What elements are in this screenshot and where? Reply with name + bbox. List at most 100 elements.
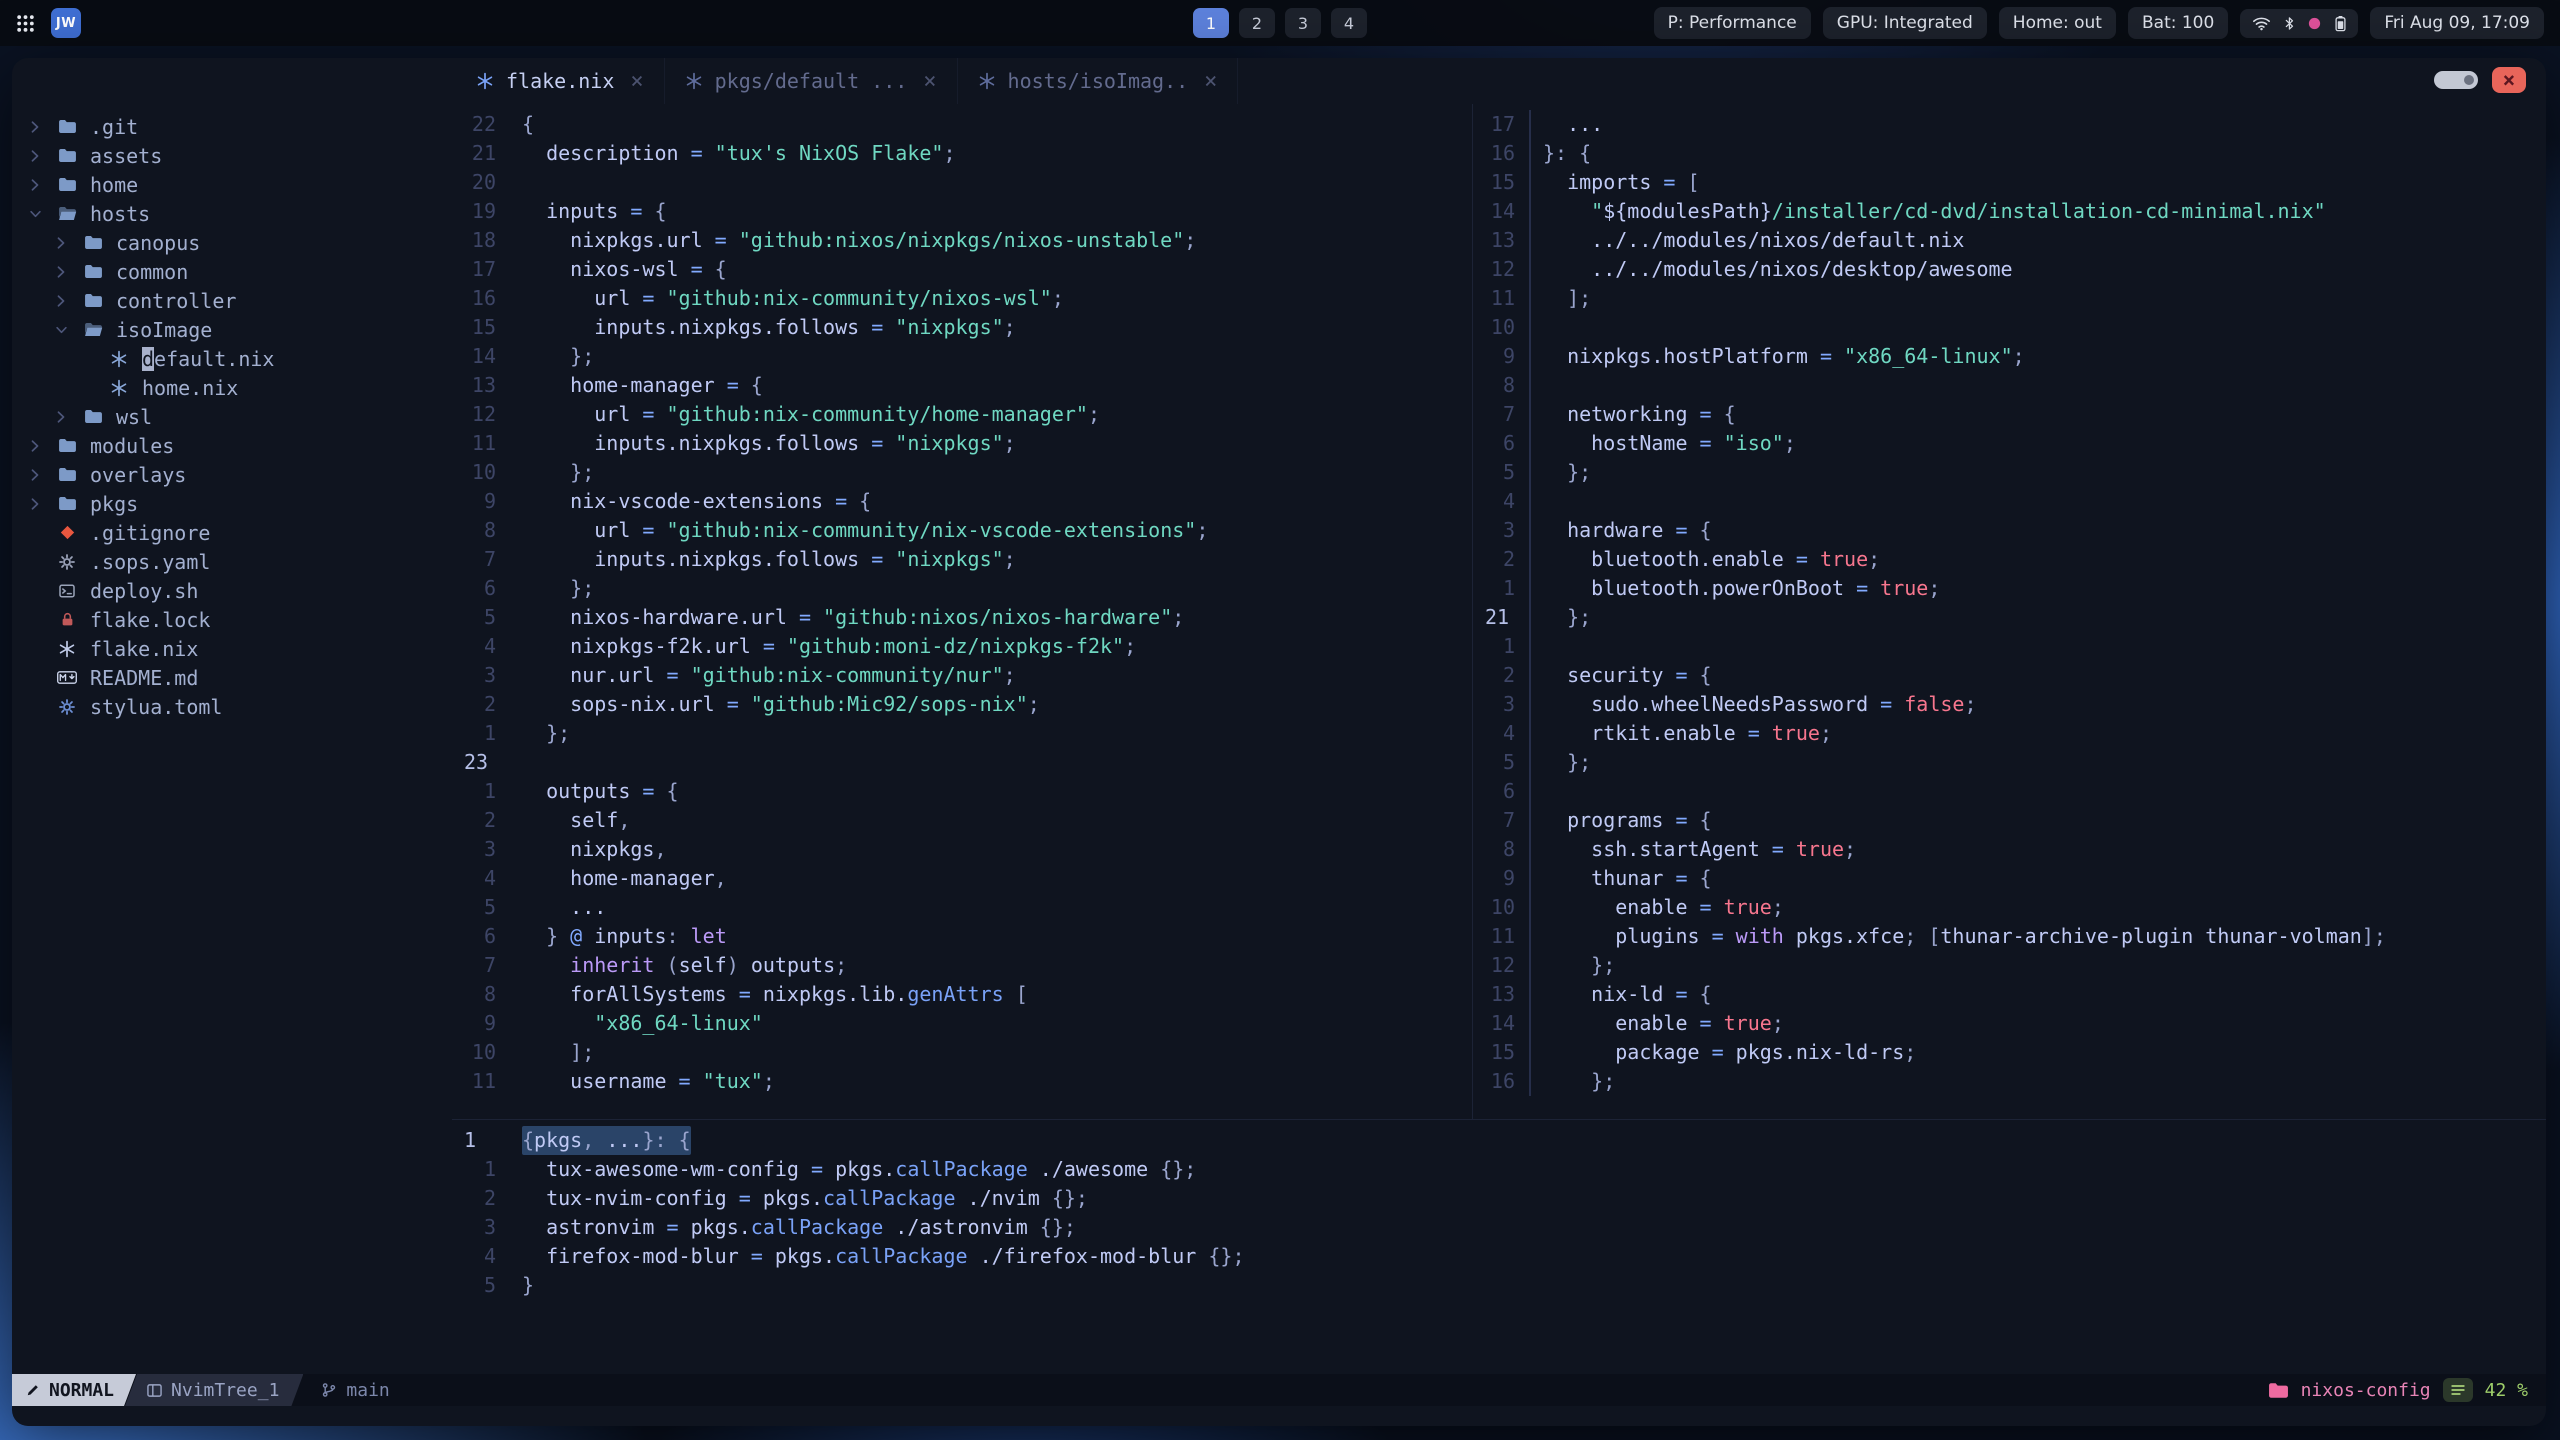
pane-pkgs-default-nix[interactable]: 1 {pkgs, ...}: {1 tux-awesome-wm-config =… bbox=[452, 1119, 2546, 1374]
git-branch-icon bbox=[321, 1382, 337, 1398]
battery-icon[interactable] bbox=[2335, 15, 2346, 32]
line-number: 4 bbox=[1473, 719, 1531, 748]
chevron-right-icon[interactable] bbox=[52, 236, 70, 249]
workspace-1[interactable]: 1 bbox=[1193, 8, 1229, 38]
chevron-right-icon[interactable] bbox=[26, 439, 44, 452]
tree-item-.gitignore[interactable]: .gitignore bbox=[12, 518, 452, 547]
code-line: 4 home-manager, bbox=[452, 864, 1472, 893]
tab-close-icon[interactable]: × bbox=[1204, 69, 1217, 94]
tree-item-wsl[interactable]: wsl bbox=[12, 402, 452, 431]
tree-item-hosts[interactable]: hosts bbox=[12, 199, 452, 228]
tree-item-modules[interactable]: modules bbox=[12, 431, 452, 460]
code-text: enable = true; bbox=[1543, 895, 1784, 919]
tree-item-default.nix[interactable]: default.nix bbox=[12, 344, 452, 373]
code-line: 7 inputs.nixpkgs.follows = "nixpkgs"; bbox=[452, 545, 1472, 574]
code-line: 1 }; bbox=[452, 719, 1472, 748]
tree-item-home[interactable]: home bbox=[12, 170, 452, 199]
desktop: { "topbar": { "logo_text": "JW", "worksp… bbox=[0, 0, 2560, 1440]
project-name: nixos-config bbox=[2300, 1379, 2431, 1401]
code-text: nixpkgs, bbox=[522, 837, 667, 861]
chevron-down-icon[interactable] bbox=[52, 326, 70, 334]
wifi-icon[interactable] bbox=[2252, 16, 2271, 31]
markdown-icon bbox=[54, 671, 80, 684]
code-text: "${modulesPath}/installer/cd-dvd/install… bbox=[1543, 199, 2326, 223]
tree-item-canopus[interactable]: canopus bbox=[12, 228, 452, 257]
tree-item-home.nix[interactable]: home.nix bbox=[12, 373, 452, 402]
chevron-down-icon[interactable] bbox=[26, 210, 44, 218]
line-number: 1 bbox=[483, 779, 496, 803]
tree-item-stylua.toml[interactable]: stylua.toml bbox=[12, 692, 452, 721]
chevron-right-icon[interactable] bbox=[26, 178, 44, 191]
code-text: }; bbox=[522, 344, 595, 368]
tree-item-README.md[interactable]: README.md bbox=[12, 663, 452, 692]
command-line[interactable] bbox=[12, 1406, 2546, 1426]
line-number: 11 bbox=[471, 431, 496, 455]
window-close-button[interactable]: × bbox=[2492, 67, 2526, 93]
status-chip-2[interactable]: Home: out bbox=[1998, 7, 2116, 39]
tree-item-flake.nix[interactable]: flake.nix bbox=[12, 634, 452, 663]
code-text: plugins = with pkgs.xfce; [thunar-archiv… bbox=[1543, 924, 2386, 948]
status-chip-3[interactable]: Bat: 100 bbox=[2127, 7, 2229, 39]
bluetooth-icon[interactable] bbox=[2285, 16, 2294, 31]
git-branch: main bbox=[303, 1374, 407, 1406]
tree-item-pkgs[interactable]: pkgs bbox=[12, 489, 452, 518]
pane-flake-nix[interactable]: 22{21 description = "tux's NixOS Flake";… bbox=[452, 104, 1472, 1119]
line-number: 10 bbox=[1473, 893, 1531, 922]
folder-icon bbox=[54, 438, 80, 453]
panel-icon bbox=[147, 1383, 162, 1398]
code-text: outputs = { bbox=[522, 779, 679, 803]
code-text: inherit (self) outputs; bbox=[570, 953, 848, 977]
folder-icon bbox=[80, 293, 106, 308]
tab-close-icon[interactable]: × bbox=[923, 69, 936, 94]
line-number: 7 bbox=[483, 953, 496, 977]
buffer-tab-hosts-isoImag..[interactable]: hosts/isoImag.. × bbox=[958, 58, 1239, 104]
code-line: 2 bluetooth.enable = true; bbox=[1473, 545, 2546, 574]
buffer-tab-flake.nix[interactable]: flake.nix × bbox=[456, 58, 665, 104]
pane-hosts-isoimage[interactable]: 17 ... 16}: {15 imports = [14 "${modulesP… bbox=[1472, 104, 2546, 1119]
code-text: }; bbox=[1543, 1069, 1616, 1093]
code-line: 5} bbox=[452, 1271, 2546, 1300]
code-line: 11 plugins = with pkgs.xfce; [thunar-arc… bbox=[1473, 922, 2546, 951]
statusline-right: nixos-config 42 % bbox=[2268, 1378, 2546, 1402]
workspace-3[interactable]: 3 bbox=[1285, 8, 1321, 38]
workspace-2[interactable]: 2 bbox=[1239, 8, 1275, 38]
tree-item-isoImage[interactable]: isoImage bbox=[12, 315, 452, 344]
tree-item-overlays[interactable]: overlays bbox=[12, 460, 452, 489]
tree-item-flake.lock[interactable]: flake.lock bbox=[12, 605, 452, 634]
mode-indicator: NORMAL bbox=[12, 1374, 136, 1406]
code-text: inputs.nixpkgs.follows = "nixpkgs"; bbox=[522, 315, 1016, 339]
clock[interactable]: Fri Aug 09, 17:09 bbox=[2370, 7, 2544, 39]
line-number: 13 bbox=[1473, 226, 1531, 255]
file-tree[interactable]: .git assets home hosts canopus common controll… bbox=[12, 104, 452, 1374]
window-pill-button[interactable] bbox=[2434, 71, 2478, 89]
code-text: } bbox=[522, 1273, 535, 1297]
status-chip-0[interactable]: P: Performance bbox=[1653, 7, 1811, 39]
chevron-right-icon[interactable] bbox=[52, 294, 70, 307]
tree-item-assets[interactable]: assets bbox=[12, 141, 452, 170]
code-text: description = "tux's NixOS Flake"; bbox=[522, 141, 956, 165]
code-text: } @ inputs: let bbox=[522, 924, 727, 948]
line-number: 3 bbox=[483, 663, 496, 687]
tab-close-icon[interactable]: × bbox=[630, 69, 643, 94]
chevron-right-icon[interactable] bbox=[52, 265, 70, 278]
chevron-right-icon[interactable] bbox=[26, 120, 44, 133]
tree-item-.sops.yaml[interactable]: .sops.yaml bbox=[12, 547, 452, 576]
tree-item-common[interactable]: common bbox=[12, 257, 452, 286]
tree-item-.git[interactable]: .git bbox=[12, 112, 452, 141]
chevron-right-icon[interactable] bbox=[26, 497, 44, 510]
chevron-right-icon[interactable] bbox=[26, 468, 44, 481]
workspace-4[interactable]: 4 bbox=[1331, 8, 1367, 38]
chevron-right-icon[interactable] bbox=[26, 149, 44, 162]
status-chip-1[interactable]: GPU: Integrated bbox=[1822, 7, 1987, 39]
tree-item-deploy.sh[interactable]: deploy.sh bbox=[12, 576, 452, 605]
mode-label: NORMAL bbox=[49, 1379, 115, 1401]
buffer-tab-pkgs-default-...[interactable]: pkgs/default ... × bbox=[665, 58, 958, 104]
color-dot-icon[interactable] bbox=[2308, 17, 2321, 30]
logo-badge[interactable]: JW bbox=[51, 8, 81, 38]
line-number: 9 bbox=[483, 1011, 496, 1035]
app-launcher-icon[interactable] bbox=[16, 14, 35, 33]
neovim-window: flake.nix × pkgs/default ... × hosts/isoImag… bbox=[12, 58, 2546, 1426]
tree-item-controller[interactable]: controller bbox=[12, 286, 452, 315]
chevron-right-icon[interactable] bbox=[52, 410, 70, 423]
